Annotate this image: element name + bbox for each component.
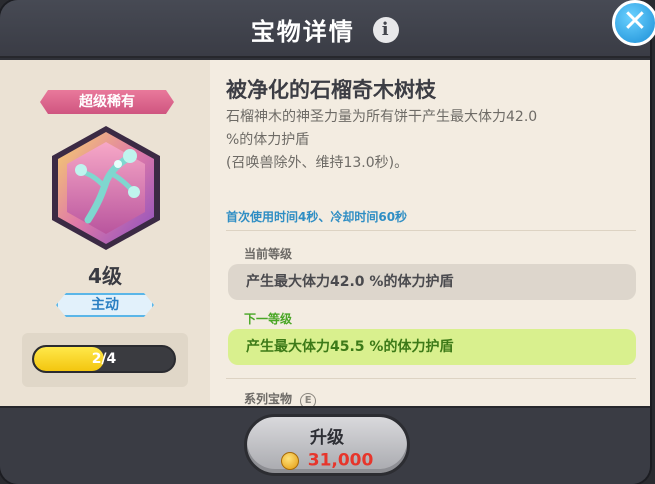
- dialog-title-row: 宝物详情 i: [0, 12, 650, 47]
- divider: [226, 378, 636, 379]
- treasure-icon[interactable]: [48, 124, 164, 252]
- upgrade-label: 升级: [310, 428, 344, 448]
- coin-icon: [280, 451, 299, 470]
- next-level-effect: 产生最大体力45.5 %的体力护盾: [228, 329, 636, 365]
- progress-text: 2/4: [91, 351, 117, 367]
- treasure-branch-icon: [52, 126, 160, 250]
- divider: [226, 230, 636, 231]
- description-line-1: 石榴神木的神圣力量为所有饼干产生最大体力42.0: [226, 109, 538, 125]
- close-button[interactable]: ✕: [612, 0, 655, 46]
- progress-bar: 2/4: [32, 345, 176, 373]
- upgrade-button[interactable]: 升级 31,000: [244, 414, 410, 476]
- dialog-body: 超级稀有 4级 主动 2/4 被净化的石榴奇木树枝 石榴神木的神圣力量为所有饼干…: [0, 60, 650, 406]
- description-line-2: %的体力护盾: [226, 132, 310, 148]
- description-line-3: (召唤兽除外、维持13.0秒)。: [226, 155, 409, 171]
- info-icon[interactable]: i: [373, 16, 400, 43]
- skill-type-tag: 主动: [56, 293, 154, 317]
- cooldown-info: 首次使用时间4秒、冷却时间60秒: [226, 210, 408, 224]
- treasure-name: 被净化的石榴奇木树枝: [226, 78, 436, 102]
- treasure-description: 石榴神木的神圣力量为所有饼干产生最大体力42.0 %的体力护盾 (召唤兽除外、维…: [226, 106, 586, 175]
- rarity-badge: 超级稀有: [40, 90, 174, 114]
- treasure-level: 4级: [88, 264, 122, 288]
- dialog-footer: 升级 31,000: [0, 406, 650, 484]
- close-icon: ✕: [622, 4, 648, 39]
- next-level-label: 下一等级: [244, 312, 293, 326]
- upgrade-cost: 31,000: [247, 450, 407, 471]
- series-treasure-section: 系列宝物 E: [244, 390, 317, 406]
- current-level-label: 当前等级: [244, 247, 293, 261]
- dialog-title: 宝物详情: [250, 18, 355, 46]
- treasure-summary-panel: 超级稀有 4级 主动 2/4: [0, 60, 210, 406]
- current-level-effect: 产生最大体力42.0 %的体力护盾: [228, 264, 636, 300]
- treasure-detail-dialog: 宝物详情 i 超级稀有 4级 主动 2/4 被净化的石榴奇木树枝 石榴神木的神圣…: [0, 0, 650, 484]
- dialog-header: 宝物详情 i: [0, 0, 650, 58]
- series-info-icon[interactable]: E: [300, 393, 317, 406]
- series-treasure-label: 系列宝物: [244, 392, 293, 406]
- treasure-details-panel: 被净化的石榴奇木树枝 石榴神木的神圣力量为所有饼干产生最大体力42.0 %的体力…: [226, 60, 642, 406]
- upgrade-cost-value: 31,000: [307, 450, 374, 471]
- level-progress: 2/4: [22, 333, 188, 387]
